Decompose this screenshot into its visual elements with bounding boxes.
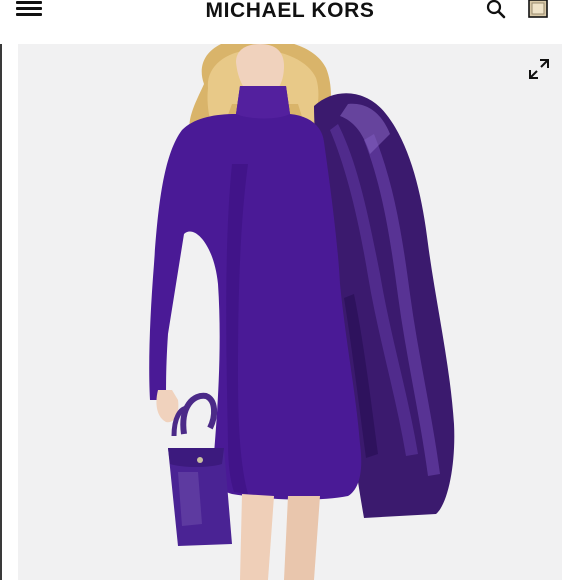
handbag-flap xyxy=(168,448,224,467)
search-icon xyxy=(486,0,506,19)
left-edge-divider xyxy=(0,18,2,580)
model-leg-left xyxy=(240,494,274,580)
handbag-handle xyxy=(180,392,218,435)
expand-image-button[interactable] xyxy=(526,56,552,82)
handbag-snakeskin xyxy=(178,472,202,526)
menu-button[interactable] xyxy=(16,0,44,18)
handbag-clasp xyxy=(197,457,203,463)
site-header: MICHAEL KORS xyxy=(0,0,580,44)
dress-turtleneck xyxy=(236,86,290,119)
model-leg-right xyxy=(284,496,320,580)
expand-icon xyxy=(529,59,549,79)
product-image[interactable] xyxy=(18,44,562,580)
search-button[interactable] xyxy=(486,0,508,20)
shopping-bag-button[interactable] xyxy=(528,0,548,20)
shopping-bag-icon xyxy=(528,0,548,18)
product-photo xyxy=(149,44,455,580)
brand-logo[interactable]: MICHAEL KORS xyxy=(206,0,375,22)
product-page: MICHAEL KORS xyxy=(0,0,580,580)
